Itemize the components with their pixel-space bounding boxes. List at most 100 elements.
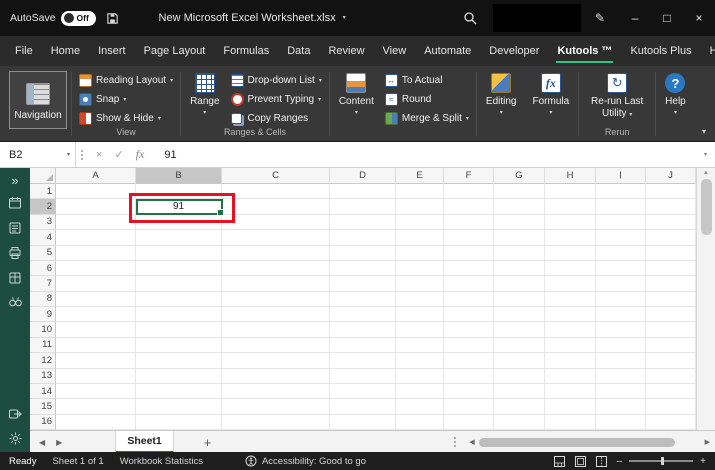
- document-title[interactable]: New Microsoft Excel Worksheet.xlsx ▾: [159, 12, 346, 24]
- cell-D12[interactable]: [330, 353, 396, 369]
- cell-G3[interactable]: [494, 214, 545, 231]
- cell-A13[interactable]: [56, 368, 136, 384]
- vertical-scroll-thumb[interactable]: [700, 179, 712, 235]
- cell-B14[interactable]: [136, 383, 222, 400]
- column-header-A[interactable]: A: [56, 168, 136, 184]
- cell-G14[interactable]: [494, 383, 545, 400]
- cell-I11[interactable]: [596, 337, 646, 354]
- cell-F13[interactable]: [444, 368, 494, 384]
- cell-A3[interactable]: [56, 214, 136, 231]
- cell-A16[interactable]: [56, 414, 136, 430]
- column-header-H[interactable]: H: [545, 168, 596, 184]
- pencil-icon[interactable]: ✎: [595, 11, 605, 25]
- cell-A5[interactable]: [56, 245, 136, 261]
- cell-G6[interactable]: [494, 260, 545, 277]
- minimize-button[interactable]: –: [619, 0, 651, 36]
- cell-J6[interactable]: [646, 260, 696, 277]
- cell-H2[interactable]: [545, 199, 596, 215]
- formula-button[interactable]: fx Formula ▾: [527, 69, 574, 116]
- tab-review[interactable]: Review: [319, 36, 373, 66]
- row-header-9[interactable]: 9: [30, 307, 56, 323]
- cell-D8[interactable]: [330, 291, 396, 307]
- tab-formulas[interactable]: Formulas: [214, 36, 278, 66]
- row-header-12[interactable]: 12: [30, 353, 56, 369]
- row-header-11[interactable]: 11: [30, 337, 56, 354]
- tab-data[interactable]: Data: [278, 36, 319, 66]
- zoom-in-icon[interactable]: +: [700, 456, 706, 467]
- cell-F12[interactable]: [444, 353, 494, 369]
- workbook-statistics[interactable]: Workbook Statistics: [120, 456, 203, 467]
- cell-G16[interactable]: [494, 414, 545, 430]
- editing-button[interactable]: Editing ▾: [481, 69, 522, 116]
- cell-J15[interactable]: [646, 399, 696, 415]
- cell-D6[interactable]: [330, 260, 396, 277]
- cell-C9[interactable]: [222, 307, 330, 323]
- to-actual-button[interactable]: ↔ To Actual: [382, 72, 472, 89]
- cell-D1[interactable]: [330, 184, 396, 200]
- cell-I9[interactable]: [596, 307, 646, 323]
- cell-H1[interactable]: [545, 184, 596, 200]
- expand-pane-icon[interactable]: »: [11, 174, 18, 187]
- cell-J4[interactable]: [646, 230, 696, 246]
- reading-layout-button[interactable]: Reading Layout ▾: [76, 72, 176, 89]
- cell-H3[interactable]: [545, 214, 596, 231]
- cell-G7[interactable]: [494, 276, 545, 292]
- cell-A9[interactable]: [56, 307, 136, 323]
- cell-E8[interactable]: [396, 291, 444, 307]
- tab-page-layout[interactable]: Page Layout: [135, 36, 215, 66]
- tab-file[interactable]: File: [6, 36, 42, 66]
- row-header-16[interactable]: 16: [30, 414, 56, 430]
- cell-B13[interactable]: [136, 368, 222, 384]
- cell-D5[interactable]: [330, 245, 396, 261]
- cell-F5[interactable]: [444, 245, 494, 261]
- cell-D15[interactable]: [330, 399, 396, 415]
- cell-A7[interactable]: [56, 276, 136, 292]
- tab-view[interactable]: View: [374, 36, 416, 66]
- sheet-options-icon[interactable]: [449, 437, 461, 447]
- cell-E16[interactable]: [396, 414, 444, 430]
- name-manager-icon[interactable]: [8, 271, 22, 285]
- workbook-sheet-icon[interactable]: [8, 196, 22, 210]
- cell-E7[interactable]: [396, 276, 444, 292]
- range-button[interactable]: Range ▾: [185, 69, 224, 116]
- cell-A12[interactable]: [56, 353, 136, 369]
- row-header-15[interactable]: 15: [30, 399, 56, 415]
- normal-view-icon[interactable]: [553, 455, 565, 467]
- zoom-slider-knob[interactable]: [661, 457, 665, 465]
- insert-function-icon[interactable]: fx: [136, 147, 145, 162]
- cell-F8[interactable]: [444, 291, 494, 307]
- cell-B1[interactable]: [136, 184, 222, 200]
- cell-J14[interactable]: [646, 383, 696, 400]
- cell-C8[interactable]: [222, 291, 330, 307]
- cell-J8[interactable]: [646, 291, 696, 307]
- cell-F16[interactable]: [444, 414, 494, 430]
- cell-F2[interactable]: [444, 199, 494, 215]
- cell-H8[interactable]: [545, 291, 596, 307]
- cell-I7[interactable]: [596, 276, 646, 292]
- cell-I3[interactable]: [596, 214, 646, 231]
- cell-J9[interactable]: [646, 307, 696, 323]
- cell-C1[interactable]: [222, 184, 330, 200]
- cell-H13[interactable]: [545, 368, 596, 384]
- cell-E11[interactable]: [396, 337, 444, 354]
- cell-J5[interactable]: [646, 245, 696, 261]
- zoom-slider[interactable]: [629, 457, 694, 465]
- merge-split-button[interactable]: Merge & Split ▾: [382, 110, 472, 127]
- cell-I4[interactable]: [596, 230, 646, 246]
- column-header-D[interactable]: D: [330, 168, 396, 184]
- cell-F7[interactable]: [444, 276, 494, 292]
- cell-J10[interactable]: [646, 322, 696, 338]
- row-header-8[interactable]: 8: [30, 291, 56, 307]
- cell-B8[interactable]: [136, 291, 222, 307]
- previous-sheet-icon[interactable]: ◀: [39, 438, 45, 447]
- cell-C5[interactable]: [222, 245, 330, 261]
- cell-F11[interactable]: [444, 337, 494, 354]
- column-header-G[interactable]: G: [494, 168, 545, 184]
- cell-C13[interactable]: [222, 368, 330, 384]
- cell-I5[interactable]: [596, 245, 646, 261]
- settings-gear-icon[interactable]: [8, 431, 23, 446]
- cell-G12[interactable]: [494, 353, 545, 369]
- cell-G2[interactable]: [494, 199, 545, 215]
- scroll-left-icon[interactable]: ◀: [469, 438, 474, 446]
- cell-E14[interactable]: [396, 383, 444, 400]
